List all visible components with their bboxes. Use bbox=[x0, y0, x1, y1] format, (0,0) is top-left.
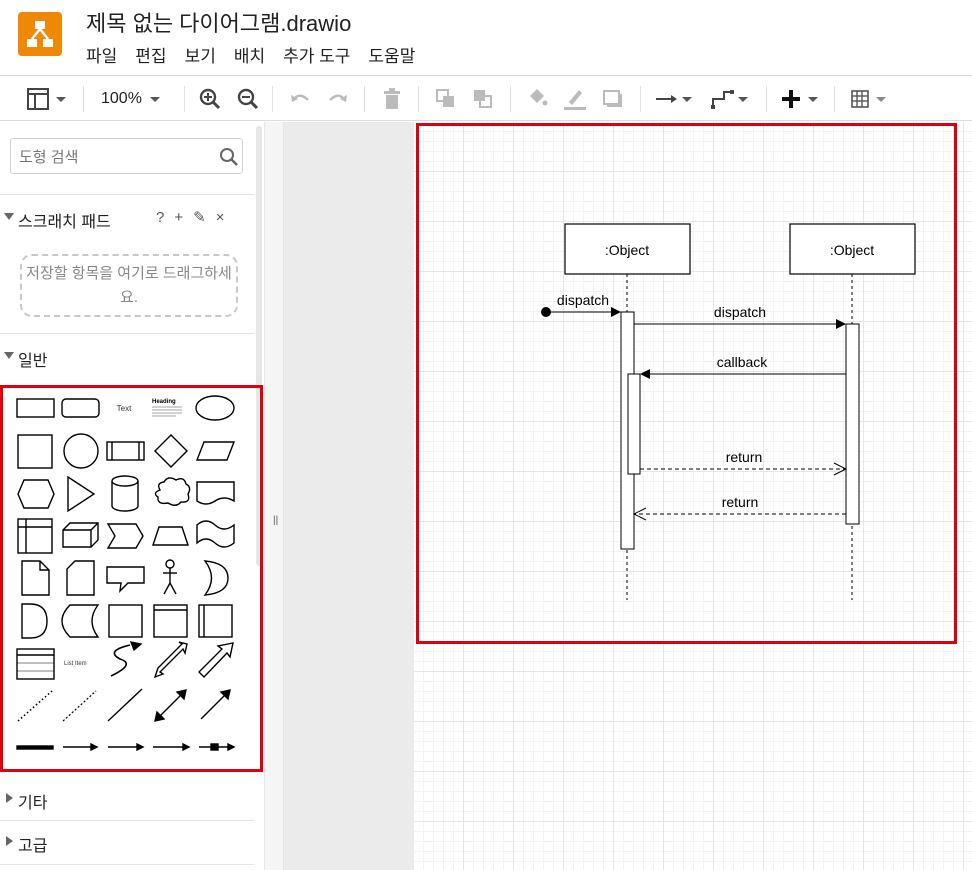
message-return-2[interactable]: return bbox=[632, 494, 846, 521]
message-return-1[interactable]: return bbox=[640, 449, 848, 476]
message-2-label: dispatch bbox=[714, 304, 766, 320]
message-4-label: return bbox=[726, 449, 763, 465]
message-3-label: callback bbox=[717, 354, 769, 370]
message-callback[interactable]: callback bbox=[640, 354, 846, 379]
message-dispatch[interactable]: dispatch bbox=[634, 304, 846, 329]
object-2-label: :Object bbox=[830, 242, 874, 258]
activation-bar-2[interactable] bbox=[845, 323, 860, 525]
object-1-label: :Object bbox=[605, 242, 649, 258]
message-found-dispatch[interactable]: dispatch bbox=[541, 292, 621, 317]
message-1-label: dispatch bbox=[557, 292, 609, 308]
sequence-diagram: :Object :Object dispatch dispatch callba… bbox=[541, 223, 916, 600]
activation-bar-nested[interactable] bbox=[627, 373, 641, 475]
app-window: 제목 없는 다이어그램.drawio 파일 편집 보기 배치 추가 도구 도움말… bbox=[0, 0, 972, 870]
message-5-label: return bbox=[722, 494, 759, 510]
